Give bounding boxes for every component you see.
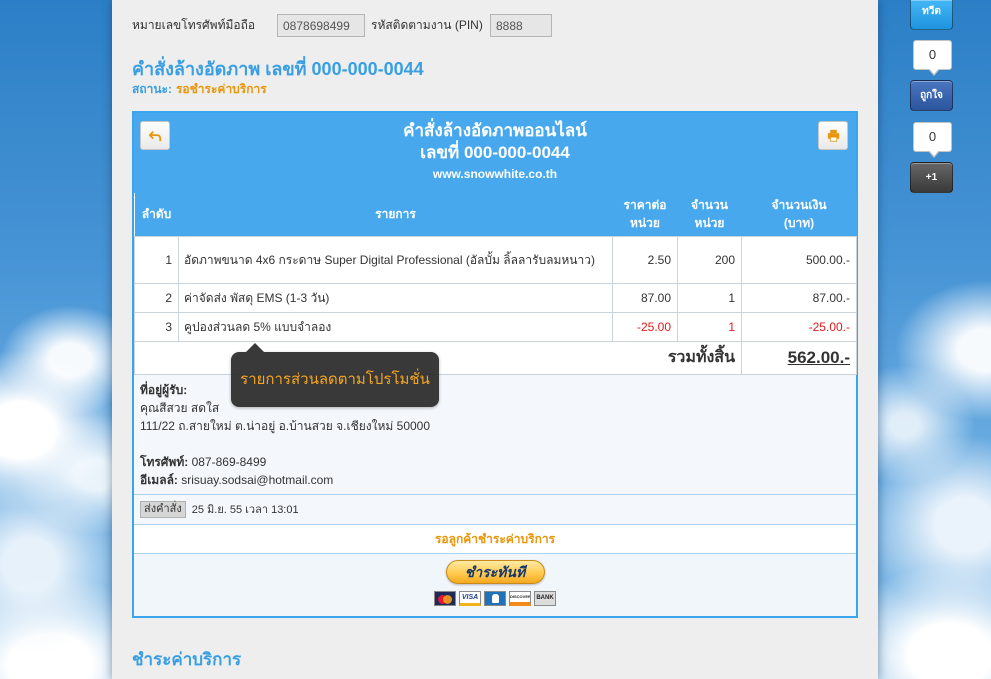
col-header-unit-price: ราคาต่อ หน่วย xyxy=(612,193,678,236)
invoice-header: คำสั่งล้างอัดภาพออนไลน์ เลขที่ 000-000-0… xyxy=(134,113,856,193)
recipient-phone-label: โทรศัพท์: xyxy=(140,454,189,469)
row-description: อัดภาพขนาด 4x6 กระดาษ Super Digital Prof… xyxy=(178,235,613,284)
discover-icon: DISCOVER xyxy=(509,590,531,606)
content-panel: หมายเลขโทรศัพท์มือถือ รหัสติดตามงาน (PIN… xyxy=(112,0,878,679)
invoice-table: ลำดับ รายการ ราคาต่อ หน่วย จำนวน หน่วย จำน… xyxy=(134,193,857,375)
row-amount: 87.00.- xyxy=(741,282,857,313)
row-description: ค่าจัดส่ง พัสดุ EMS (1-3 วัน) xyxy=(178,282,613,313)
row-qty: 1 xyxy=(677,311,742,342)
mastercard-icon xyxy=(434,590,456,606)
row-no: 1 xyxy=(134,235,179,284)
row-amount: -25.00.- xyxy=(741,311,857,342)
plusone-button[interactable]: +1 xyxy=(910,162,953,193)
row-unit-price: 87.00 xyxy=(612,282,678,313)
visa-icon: VISA xyxy=(459,590,481,606)
row-description: คูปองส่วนลด 5% แบบจำลอง xyxy=(178,311,613,342)
col-header-amount: จำนวนเงิน (บาท) xyxy=(741,193,857,236)
col-header-no: ลำดับ xyxy=(134,193,179,236)
total-value: 562.00.- xyxy=(741,340,857,375)
printer-icon xyxy=(827,129,839,142)
table-row: 1 อัดภาพขนาด 4x6 กระดาษ Super Digital Pr… xyxy=(134,235,857,284)
pin-input[interactable] xyxy=(490,14,552,37)
row-no: 2 xyxy=(134,282,179,313)
status-label: สถานะ: xyxy=(132,82,172,96)
payment-card-icons: VISA DISCOVER BANK xyxy=(134,590,856,606)
tweet-count: 0 xyxy=(913,40,952,76)
order-lookup: หมายเลขโทรศัพท์มือถือ รหัสติดตามงาน (PIN… xyxy=(132,14,562,37)
col-header-item: รายการ xyxy=(178,193,613,236)
order-status: สถานะ: รอชำระค่าบริการ xyxy=(132,81,267,97)
order-sent-row: ส่งคำสั่ง 25 มิ.ย. 55 เวลา 13:01 xyxy=(134,493,856,524)
back-arrow-icon xyxy=(148,130,162,141)
row-qty: 1 xyxy=(677,282,742,313)
recipient-email-label: อีเมลล์: xyxy=(140,472,178,487)
payment-status-message: รอลูกค้าชำระค่าบริการ xyxy=(134,523,856,553)
payment-section-heading: ชำระค่าบริการ xyxy=(132,650,242,669)
recipient-phone: 087-869-8499 xyxy=(191,454,267,469)
invoice-number: เลขที่ 000-000-0044 xyxy=(420,143,570,162)
payment-row: ชำระทันที VISA DISCOVER BANK xyxy=(134,552,856,616)
like-count: 0 xyxy=(913,122,952,158)
amex-icon xyxy=(484,590,506,606)
pay-now-button[interactable]: ชำระทันที xyxy=(445,559,545,584)
back-button[interactable] xyxy=(140,121,170,150)
order-heading: คำสั่งล้างอัดภาพ เลขที่ 000-000-0044 xyxy=(132,59,424,79)
address-label: ที่อยู่ผู้รับ: xyxy=(140,382,188,397)
social-buttons: ทวีต 0 ถูกใจ 0 +1 xyxy=(910,0,953,200)
discount-tooltip: รายการส่วนลดตามโปรโมชั่น xyxy=(231,343,439,407)
phone-label: หมายเลขโทรศัพท์มือถือ xyxy=(132,18,256,32)
recipient-email: srisuay.sodsai@hotmail.com xyxy=(181,472,334,487)
tweet-button[interactable]: ทวีต xyxy=(910,0,953,30)
column-header-row: ลำดับ รายการ ราคาต่อ หน่วย จำนวน หน่วย จำน… xyxy=(134,193,857,236)
row-no: 3 xyxy=(134,311,179,342)
table-row: 2 ค่าจัดส่ง พัสดุ EMS (1-3 วัน) 87.00 1 … xyxy=(134,282,857,313)
like-button[interactable]: ถูกใจ xyxy=(910,80,953,111)
invoice-website: www.snowwhite.co.th xyxy=(432,167,558,181)
pin-label: รหัสติดตามงาน (PIN) xyxy=(371,18,483,32)
row-unit-price: -25.00 xyxy=(612,311,678,342)
row-qty: 200 xyxy=(677,235,742,284)
table-row-discount: 3 คูปองส่วนลด 5% แบบจำลอง -25.00 1 -25.0… xyxy=(134,311,857,342)
phone-input[interactable] xyxy=(277,14,365,37)
bank-icon: BANK xyxy=(534,590,556,606)
recipient-address-line: 111/22 ถ.สายใหม่ ต.น่าอยู่ อ.บ้านสวย จ.เ… xyxy=(140,418,431,433)
print-button[interactable] xyxy=(818,121,848,150)
row-amount: 500.00.- xyxy=(741,235,857,284)
col-header-qty: จำนวน หน่วย xyxy=(677,193,742,236)
sent-datetime: 25 มิ.ย. 55 เวลา 13:01 xyxy=(191,504,299,516)
row-unit-price: 2.50 xyxy=(612,235,678,284)
status-value: รอชำระค่าบริการ xyxy=(175,82,267,96)
invoice-title: คำสั่งล้างอัดภาพออนไลน์ xyxy=(403,121,587,140)
sent-badge: ส่งคำสั่ง xyxy=(140,500,186,518)
